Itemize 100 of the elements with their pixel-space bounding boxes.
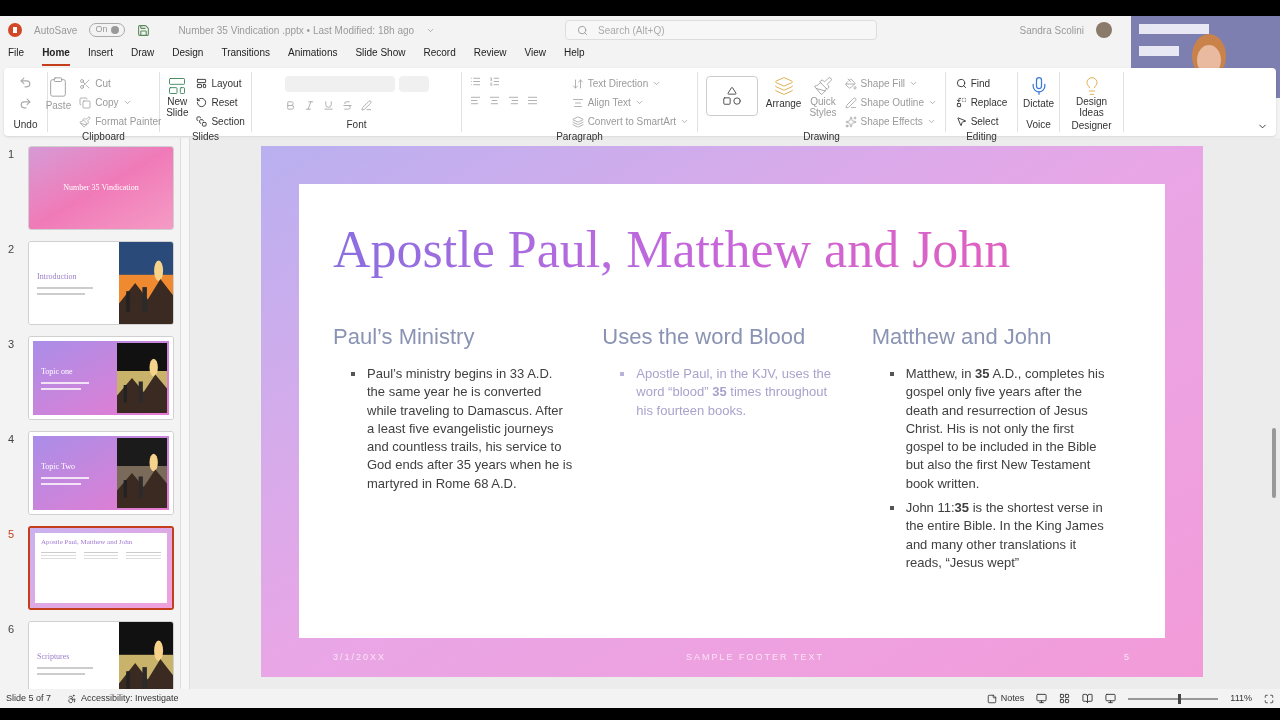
slide-number: 5 [8,527,16,542]
caret-icon [122,98,132,107]
caret-icon [928,98,937,107]
numbering-icon[interactable] [489,76,500,87]
slide-number: 1 [8,147,16,162]
slide-sorter-icon[interactable] [1059,693,1071,704]
dictate-button[interactable]: Dictate [1022,76,1055,111]
thumbnail-title: Number 35 Vindication [63,182,139,194]
menu-tab[interactable]: Review [473,45,507,66]
layout-icon [196,78,208,89]
replace-icon [955,97,967,108]
redo-icon[interactable] [19,97,32,110]
autosave-label: AutoSave [34,23,78,38]
slide-icon [167,76,188,96]
group-label: Voice [1026,118,1051,132]
arrange-button[interactable]: Arrange [765,76,802,111]
thumbnail-title: Topic Two [41,461,77,473]
save-icon[interactable] [137,23,151,37]
app-logo-icon [8,23,22,37]
convert-to-smartart-icon [571,115,584,128]
bold-icon[interactable] [284,100,296,111]
highlight-icon[interactable] [360,100,372,111]
bullet-text: Apostle Paul, in the KJV, uses the word “blood” 35 times throughout his fourteen books. [636,365,832,420]
slide-page-number: 5 [1124,650,1131,664]
italic-icon[interactable] [303,100,315,111]
group-label: Font [345,118,368,132]
bullet-text: Matthew, in 35 A.D., completes his gospel only five years after the death and resurrection of Jesus Christ. His is not only the first gospel to be included in the Bible but also the first New Testament book written. [905,365,1106,493]
text-direction-icon [571,77,584,90]
group-label: Drawing [802,130,841,144]
justify-icon[interactable] [527,95,538,106]
slideshow-icon[interactable] [1105,693,1117,704]
search-field[interactable]: Search (Alt+Q) [565,20,878,40]
slide-number: 4 [8,432,16,447]
section-icon [196,116,208,127]
slide-count: Slide 5 of 7 [6,691,52,705]
normal-view-icon[interactable] [1036,693,1048,704]
column-heading: Paul’s Ministry [333,323,476,351]
accessibility-button[interactable]: Accessibility: Investigate [67,691,179,706]
align-center-icon[interactable] [489,95,500,106]
zoom-percent[interactable]: 111% [1230,691,1252,706]
menu-tab[interactable]: Insert [87,45,113,66]
menu-tab[interactable]: Design [172,45,204,66]
notes-button[interactable]: Notes [986,691,1025,706]
strikethrough-icon[interactable] [341,100,353,111]
slide-thumbnail[interactable]: Introduction [28,241,174,325]
footer-date: 3/1/20XX [333,650,387,664]
caret-icon [680,117,689,126]
column-heading: Matthew and John [871,323,1053,351]
menu-tab[interactable]: Transitions [221,45,270,66]
vertical-scrollbar[interactable] [1268,138,1280,689]
menu-tab[interactable]: Home [42,45,70,66]
shapes-icon [720,85,743,107]
menu-tab[interactable]: Help [564,45,585,66]
user-name: Sandra Scolini [1019,23,1084,38]
fit-to-window-icon[interactable] [1264,693,1274,704]
menu-tab[interactable]: Animations [287,45,338,66]
column-heading: Uses the word Blood [602,323,807,351]
slide-thumbnail[interactable]: Scriptures [28,621,174,689]
undo-icon[interactable] [19,76,32,89]
find-icon [955,78,967,89]
align-text-icon [571,96,584,109]
thumbnail-title: Topic one [41,366,74,378]
group-label: Clipboard [81,130,126,144]
slide-number: 2 [8,242,16,257]
find-button[interactable]: Find [955,76,1008,91]
bullet-text: Paul’s ministry begins in 33 A.D. the same year he is converted while traveling to Damascus. After a least five evangelistic journeys and countless trails, his service to God ends after 35 years when he is martyred in Rome 68 A.D. [367,365,573,493]
group-label: Designer [1070,119,1113,133]
bullets-icon[interactable] [470,76,481,87]
reset-button[interactable]: Reset [196,95,245,110]
quick-styles-icon [813,76,833,96]
menu-tab[interactable]: Draw [130,45,155,66]
thumbnail-title: Scriptures [37,651,71,663]
underline-icon[interactable] [322,100,334,111]
select-button[interactable]: Select [955,114,1008,129]
section-button[interactable]: Section [196,114,245,129]
menu-tab[interactable]: File [8,45,25,66]
replace-button[interactable]: Replace [955,95,1008,110]
footer-text: SAMPLE FOOTER TEXT [686,650,824,664]
reading-view-icon[interactable] [1082,693,1094,704]
shapes-gallery[interactable] [706,76,758,116]
align-left-icon[interactable] [470,95,481,106]
shape-effects-icon [844,115,857,128]
menu-tab[interactable]: View [524,45,546,66]
new-slide-button[interactable]: New Slide [166,76,189,118]
thumbnail-title: Introduction [37,271,78,283]
menu-tab[interactable]: Record [423,45,456,66]
bullet-text: John 11:35 is the shortest verse in the entire Bible. In the King James and many other translations it reads, “Jesus wept” [905,499,1105,572]
menu-tab[interactable]: Slide Show [355,45,406,66]
copy-icon [79,96,92,109]
cut-icon [79,77,92,90]
group-label: Paragraph [555,130,604,144]
group-label: Slides [190,130,221,144]
arrange-icon [773,76,794,96]
design-ideas-button[interactable]: Design Ideas [1068,76,1115,118]
group-label: Undo [12,118,39,132]
layout-button[interactable]: Layout [196,76,245,91]
notes-icon [986,693,997,704]
user-avatar[interactable] [1096,22,1112,38]
thumbnail-scrollbar[interactable] [180,138,190,689]
align-right-icon[interactable] [508,95,519,106]
